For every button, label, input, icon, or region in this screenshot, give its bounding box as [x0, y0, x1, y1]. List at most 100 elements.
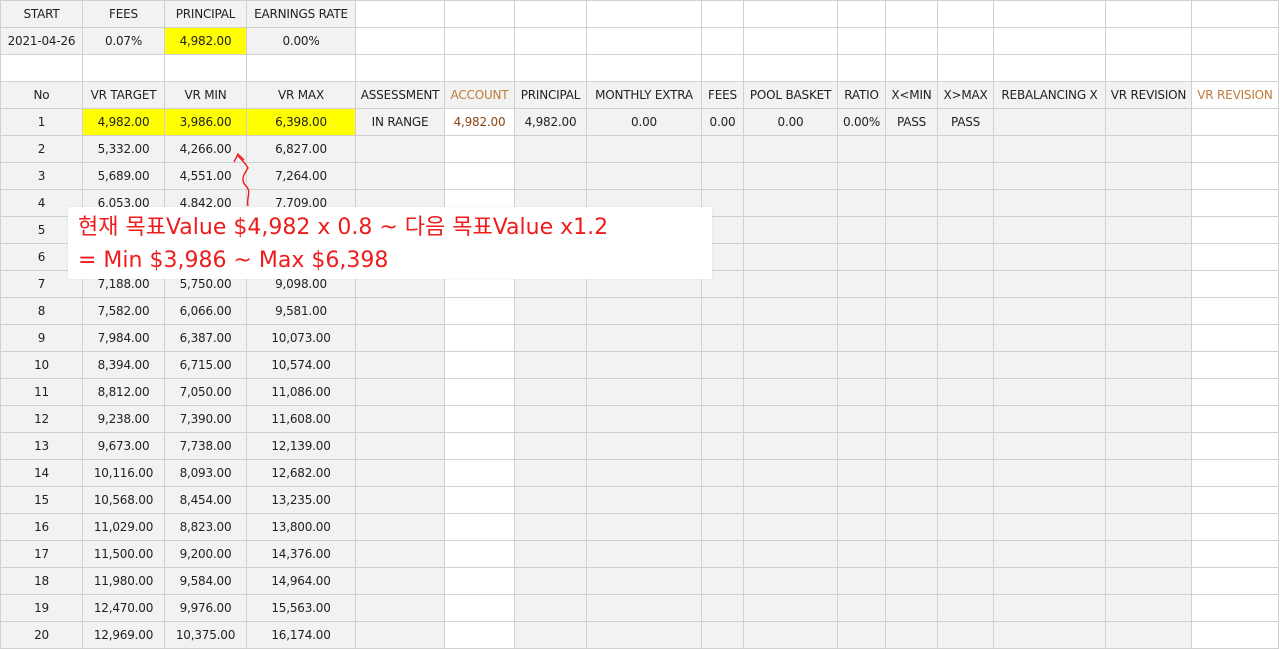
- empty-cell[interactable]: [937, 0, 994, 28]
- top-value-fees[interactable]: 0.07%: [82, 27, 165, 55]
- empty-cell[interactable]: [355, 297, 445, 325]
- column-header-10[interactable]: RATIO: [837, 81, 886, 109]
- empty-cell[interactable]: [885, 243, 938, 271]
- vr-target-cell[interactable]: 7,582.00: [82, 297, 165, 325]
- empty-cell[interactable]: [355, 378, 445, 406]
- empty-cell[interactable]: [355, 27, 445, 55]
- vr-target-cell[interactable]: 8,812.00: [82, 378, 165, 406]
- empty-cell[interactable]: [1191, 189, 1279, 217]
- empty-cell[interactable]: [514, 378, 587, 406]
- empty-cell[interactable]: [1191, 324, 1279, 352]
- empty-cell[interactable]: [1105, 405, 1192, 433]
- empty-cell[interactable]: [701, 135, 744, 163]
- empty-cell[interactable]: [743, 567, 838, 595]
- row-number[interactable]: 8: [0, 297, 83, 325]
- empty-cell[interactable]: [837, 513, 886, 541]
- vr-max-cell[interactable]: 10,574.00: [246, 351, 356, 379]
- empty-cell[interactable]: [993, 27, 1106, 55]
- empty-cell[interactable]: [1191, 540, 1279, 568]
- vr-min-cell[interactable]: 7,738.00: [164, 432, 247, 460]
- empty-cell[interactable]: [743, 405, 838, 433]
- empty-cell[interactable]: [1105, 567, 1192, 595]
- empty-cell[interactable]: [937, 135, 994, 163]
- empty-cell[interactable]: [586, 594, 702, 622]
- empty-cell[interactable]: [355, 540, 445, 568]
- empty-cell[interactable]: [743, 0, 838, 28]
- cell-x-min[interactable]: PASS: [885, 108, 938, 136]
- row-number[interactable]: 18: [0, 567, 83, 595]
- empty-cell[interactable]: [355, 513, 445, 541]
- empty-cell[interactable]: [355, 351, 445, 379]
- empty-cell[interactable]: [937, 54, 994, 82]
- empty-cell[interactable]: [586, 0, 702, 28]
- vr-max-cell[interactable]: 13,235.00: [246, 486, 356, 514]
- empty-cell[interactable]: [743, 162, 838, 190]
- empty-cell[interactable]: [1191, 432, 1279, 460]
- vr-target-cell[interactable]: 8,394.00: [82, 351, 165, 379]
- empty-cell[interactable]: [1105, 270, 1192, 298]
- empty-cell[interactable]: [743, 513, 838, 541]
- empty-cell[interactable]: [885, 54, 938, 82]
- empty-cell[interactable]: [701, 0, 744, 28]
- empty-cell[interactable]: [937, 513, 994, 541]
- empty-cell[interactable]: [885, 0, 938, 28]
- empty-cell[interactable]: [937, 297, 994, 325]
- empty-cell[interactable]: [743, 621, 838, 649]
- empty-cell[interactable]: [444, 486, 515, 514]
- empty-cell[interactable]: [937, 378, 994, 406]
- empty-cell[interactable]: [937, 621, 994, 649]
- empty-cell[interactable]: [1191, 108, 1279, 136]
- vr-min-cell[interactable]: 8,454.00: [164, 486, 247, 514]
- column-header-1[interactable]: VR TARGET: [82, 81, 165, 109]
- empty-cell[interactable]: [701, 432, 744, 460]
- empty-cell[interactable]: [937, 432, 994, 460]
- empty-cell[interactable]: [993, 405, 1106, 433]
- empty-cell[interactable]: [1191, 270, 1279, 298]
- empty-cell[interactable]: [837, 432, 886, 460]
- empty-cell[interactable]: [444, 513, 515, 541]
- top-value-earnings-rate[interactable]: 0.00%: [246, 27, 356, 55]
- empty-cell[interactable]: [885, 513, 938, 541]
- empty-cell[interactable]: [701, 567, 744, 595]
- empty-cell[interactable]: [701, 621, 744, 649]
- empty-cell[interactable]: [82, 54, 165, 82]
- empty-cell[interactable]: [993, 621, 1106, 649]
- empty-cell[interactable]: [444, 297, 515, 325]
- empty-cell[interactable]: [743, 243, 838, 271]
- empty-cell[interactable]: [837, 162, 886, 190]
- vr-min-cell[interactable]: 6,066.00: [164, 297, 247, 325]
- empty-cell[interactable]: [1191, 27, 1279, 55]
- empty-cell[interactable]: [1105, 459, 1192, 487]
- empty-cell[interactable]: [837, 594, 886, 622]
- empty-cell[interactable]: [937, 27, 994, 55]
- empty-cell[interactable]: [355, 135, 445, 163]
- vr-min-cell[interactable]: 8,093.00: [164, 459, 247, 487]
- empty-cell[interactable]: [743, 324, 838, 352]
- empty-cell[interactable]: [1105, 162, 1192, 190]
- empty-cell[interactable]: [701, 405, 744, 433]
- empty-cell[interactable]: [444, 135, 515, 163]
- empty-cell[interactable]: [993, 135, 1106, 163]
- empty-cell[interactable]: [701, 54, 744, 82]
- empty-cell[interactable]: [837, 378, 886, 406]
- vr-min-cell[interactable]: 7,050.00: [164, 378, 247, 406]
- empty-cell[interactable]: [1105, 432, 1192, 460]
- empty-cell[interactable]: [1105, 189, 1192, 217]
- vr-min-cell[interactable]: 9,976.00: [164, 594, 247, 622]
- empty-cell[interactable]: [1105, 216, 1192, 244]
- empty-cell[interactable]: [837, 567, 886, 595]
- empty-cell[interactable]: [1191, 594, 1279, 622]
- top-header-fees[interactable]: FEES: [82, 0, 165, 28]
- empty-cell[interactable]: [355, 459, 445, 487]
- empty-cell[interactable]: [993, 351, 1106, 379]
- vr-min-cell[interactable]: 6,387.00: [164, 324, 247, 352]
- vr-max-cell[interactable]: 11,086.00: [246, 378, 356, 406]
- empty-cell[interactable]: [514, 162, 587, 190]
- empty-cell[interactable]: [837, 0, 886, 28]
- empty-cell[interactable]: [937, 594, 994, 622]
- empty-cell[interactable]: [1191, 351, 1279, 379]
- vr-target-cell[interactable]: 5,332.00: [82, 135, 165, 163]
- vr-max-cell[interactable]: 12,139.00: [246, 432, 356, 460]
- row-number[interactable]: 16: [0, 513, 83, 541]
- empty-cell[interactable]: [937, 405, 994, 433]
